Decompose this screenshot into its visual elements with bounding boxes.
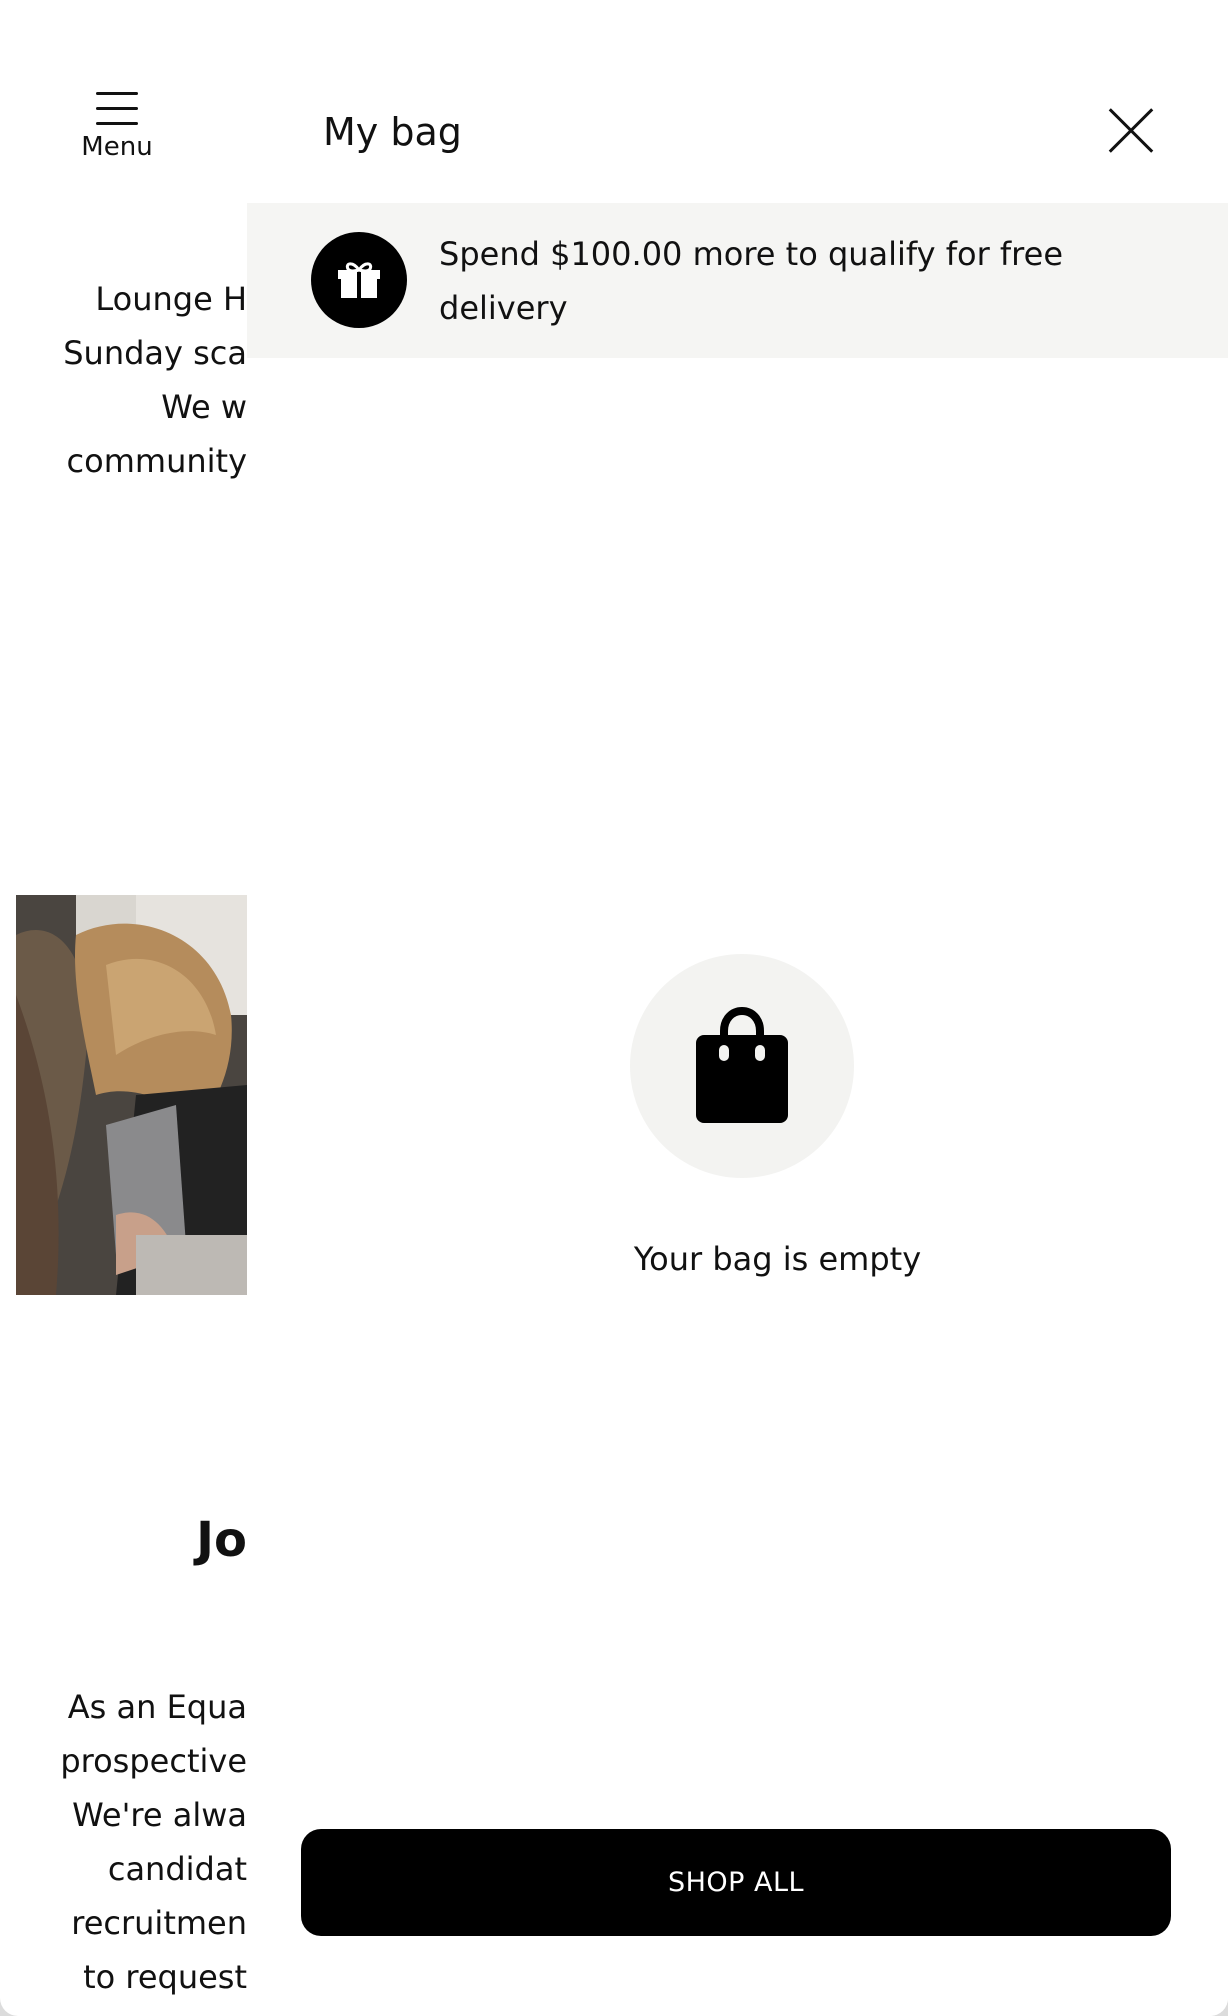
intro-line: Lounge H [95, 280, 247, 318]
photo-illustration [16, 895, 247, 1295]
body-line: to request [83, 1958, 247, 1996]
empty-bag-icon-circle [630, 954, 854, 1178]
close-button[interactable] [1105, 104, 1157, 156]
cart-drawer: My bag Spend $100.00 more to qualify for… [247, 0, 1228, 2016]
gift-icon [311, 232, 407, 328]
shopping-bag-icon [696, 1007, 788, 1123]
background-heading: Jo [196, 1512, 247, 1568]
body-line: As an Equa [67, 1688, 247, 1726]
menu-button[interactable]: Menu [72, 88, 162, 162]
background-photo [16, 895, 247, 1295]
body-line: We're alwa [72, 1796, 247, 1834]
intro-line: community [66, 442, 247, 480]
intro-line: We w [161, 388, 247, 426]
intro-line: Sunday sca [63, 334, 247, 372]
shop-all-button[interactable]: SHOP ALL [301, 1829, 1171, 1936]
free-delivery-banner: Spend $100.00 more to qualify for free d… [247, 203, 1228, 358]
menu-label: Menu [81, 132, 153, 162]
body-line: candidat [107, 1850, 247, 1888]
background-intro-text: Lounge H Sunday sca We w community [0, 272, 247, 488]
body-line: prospective [60, 1742, 247, 1780]
body-line: recruitmen [71, 1904, 247, 1942]
empty-bag-message: Your bag is empty [633, 1240, 922, 1278]
drawer-title: My bag [323, 110, 462, 154]
hamburger-icon [96, 88, 138, 128]
background-body-text: As an Equa prospective We're alwa candid… [0, 1680, 247, 2004]
promo-text: Spend $100.00 more to qualify for free d… [439, 235, 1063, 327]
page: Menu Lounge H Sunday sca We w community … [0, 0, 1228, 2016]
